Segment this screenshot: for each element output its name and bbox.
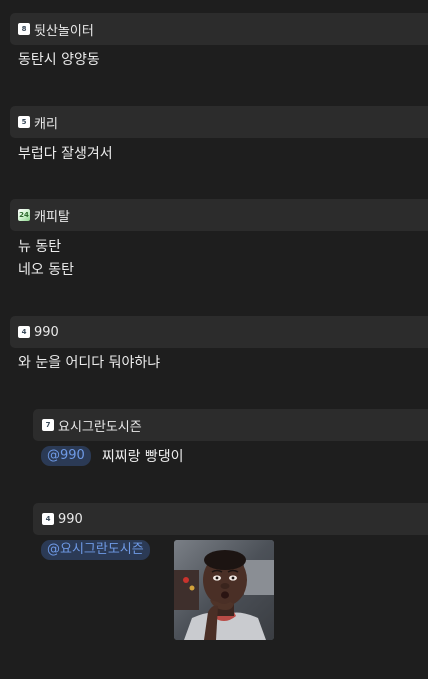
reply-author[interactable]: 990 bbox=[58, 512, 83, 527]
comment-text: 부럽다 잘생겨서 bbox=[18, 146, 113, 162]
mention-tag[interactable]: @990 bbox=[41, 446, 91, 466]
reply-author[interactable]: 요시그란도시즌 bbox=[58, 416, 142, 435]
comment-author[interactable]: 캐리 bbox=[34, 113, 58, 132]
comment-text: 와 눈을 어디다 둬야하냐 bbox=[18, 355, 161, 371]
level-badge-icon: 8 bbox=[18, 23, 30, 35]
comment-text: 네오 동탄 bbox=[18, 262, 74, 278]
surprised-man-photo[interactable] bbox=[174, 540, 274, 640]
reply-body: @990 찌찌랑 빵댕이 bbox=[41, 446, 184, 466]
comment-text: 뉴 동탄 bbox=[18, 239, 62, 255]
comment-text: 동탄시 양양동 bbox=[18, 52, 100, 68]
comment-thread: 8 뒷산놀이터 동탄시 양양동 5 캐리 부럽다 잘생겨서 24 캐피탈 뉴 동… bbox=[0, 0, 428, 679]
mention-tag[interactable]: @요시그란도시즌 bbox=[41, 540, 150, 560]
photo-image bbox=[174, 540, 274, 640]
reply-header[interactable]: 4 990 bbox=[33, 503, 428, 535]
comment-header[interactable]: 5 캐리 bbox=[10, 106, 428, 138]
comment-header[interactable]: 4 990 bbox=[10, 316, 428, 348]
comment-author[interactable]: 990 bbox=[34, 325, 59, 340]
reply-body: @요시그란도시즌 bbox=[41, 540, 150, 560]
comment-author[interactable]: 뒷산놀이터 bbox=[34, 20, 94, 39]
comment-author[interactable]: 캐피탈 bbox=[34, 206, 70, 225]
level-badge-icon: 4 bbox=[18, 326, 30, 338]
level-badge-icon: 5 bbox=[18, 116, 30, 128]
reply-header[interactable]: 7 요시그란도시즌 bbox=[33, 409, 428, 441]
reply-text: 찌찌랑 빵댕이 bbox=[101, 449, 184, 465]
level-badge-icon: 24 bbox=[18, 209, 30, 221]
comment-header[interactable]: 8 뒷산놀이터 bbox=[10, 13, 428, 45]
comment-header[interactable]: 24 캐피탈 bbox=[10, 199, 428, 231]
level-badge-icon: 4 bbox=[42, 513, 54, 525]
level-badge-icon: 7 bbox=[42, 419, 54, 431]
